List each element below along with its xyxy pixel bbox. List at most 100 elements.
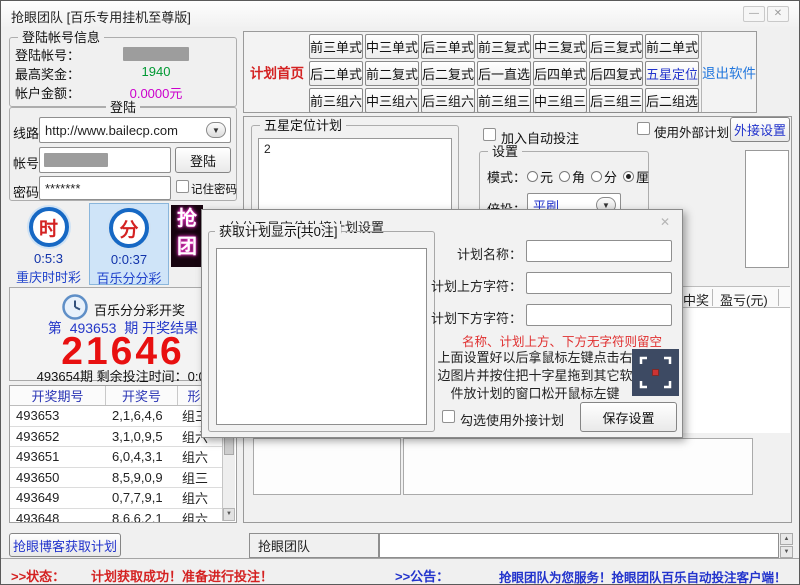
chongqing-countdown: 0:5:3 — [9, 251, 88, 266]
bottom-left-panel — [253, 438, 401, 495]
spinner-down-icon[interactable]: ▼ — [780, 546, 793, 558]
bet-type-button[interactable]: 后一直选 — [477, 61, 531, 86]
bottom-right-panel — [403, 438, 753, 495]
bet-type-button[interactable]: 前二单式 — [645, 34, 699, 59]
exit-software-button[interactable]: 退出软件 — [701, 32, 756, 112]
plan-home-button[interactable]: 计划首页 — [247, 31, 307, 113]
bet-type-button[interactable]: 后二复式 — [421, 61, 475, 86]
bet-type-button[interactable]: 前三组六 — [309, 88, 363, 113]
team-bar-field[interactable] — [379, 533, 779, 558]
dialog-instructions: 上面设置好以后拿鼠标左键点击右 边图片并按住把十字星拖到其它软 件放计划的窗口松… — [436, 349, 634, 403]
titlebar: 抢眼团队 [百乐专用挂机至尊版] — ✕ — [1, 1, 799, 27]
bet-type-button[interactable]: 前三单式 — [309, 34, 363, 59]
team-logo: 抢 团 — [171, 205, 203, 267]
bet-type-button[interactable]: 前三复式 — [477, 34, 531, 59]
account-masked-value — [123, 47, 189, 61]
results-header-profit: 盈亏(元) — [720, 290, 768, 309]
bet-type-button[interactable]: 后二组选 — [645, 88, 699, 113]
plan-bottom-input[interactable] — [526, 304, 672, 326]
auto-bet-checkbox[interactable] — [483, 128, 496, 141]
lottery-tile-baile[interactable]: 分 0:0:37 百乐分分彩 — [89, 203, 169, 285]
results-header-win: 中奖 — [683, 290, 709, 309]
line-combobox[interactable]: http://www.bailecp.com ▼ — [39, 117, 231, 143]
bet-type-button[interactable]: 前二复式 — [365, 61, 419, 86]
status-label: >>状态： — [11, 566, 65, 585]
account-field-label: 帐号 — [13, 153, 39, 172]
bet-type-button[interactable]: 后三复式 — [589, 34, 643, 59]
bet-type-button[interactable]: 前三组三 — [477, 88, 531, 113]
minimize-icon[interactable]: — — [743, 6, 765, 22]
clock-icon — [62, 294, 88, 320]
bet-type-button[interactable]: 中三复式 — [533, 34, 587, 59]
bet-type-button[interactable]: 中三组三 — [533, 88, 587, 113]
chongqing-lottery-icon: 时 — [29, 207, 69, 247]
line-dropdown-icon[interactable]: ▼ — [206, 122, 226, 138]
bet-type-button[interactable]: 后三单式 — [421, 34, 475, 59]
mode-option[interactable]: 角 — [559, 167, 585, 186]
external-settings-button[interactable]: 外接设置 — [730, 117, 790, 142]
max-prize-label: 最高奖金： — [15, 64, 80, 83]
balance-label: 帐户金额： — [15, 83, 80, 102]
plan-group-legend: 五星定位计划 — [260, 118, 346, 133]
plan-top-input[interactable] — [526, 272, 672, 294]
history-header-numbers: 开奖号 — [106, 386, 178, 405]
bet-type-button[interactable]: 后四复式 — [589, 61, 643, 86]
password-label: 密码 — [13, 182, 39, 201]
dialog-close-icon[interactable]: ✕ — [660, 215, 670, 229]
history-row: 4936490,7,7,9,1组六 — [10, 488, 224, 509]
plan-top-label: 计划上方字符： — [431, 276, 522, 295]
baile-lottery-icon: 分 — [109, 208, 149, 248]
bet-type-button[interactable]: 后二单式 — [309, 61, 363, 86]
external-plan-dialog: 分分五星定位外接计划设置 ✕ 获取计划显示[共0注] 计划名称： 计划上方字符：… — [201, 209, 683, 438]
close-icon[interactable]: ✕ — [767, 6, 789, 22]
status-text: 计划获取成功！准备进行投注！ — [91, 566, 273, 585]
account-input[interactable] — [39, 147, 171, 173]
use-external-label: 使用外部计划 — [654, 122, 729, 141]
history-row: 4936523,1,0,9,5组六 — [10, 427, 224, 448]
dialog-note: 名称、计划上方、下方无字符则留空 — [440, 331, 684, 350]
password-input[interactable]: ******* — [39, 176, 171, 200]
mode-radio-group: 元 角 分 厘 — [527, 167, 649, 186]
login-button[interactable]: 登陆 — [175, 147, 231, 173]
lottery-tile-chongqing[interactable]: 时 0:5:3 重庆时时彩 — [9, 203, 88, 285]
external-plan-listbox[interactable] — [745, 150, 789, 268]
chongqing-name: 重庆时时彩 — [9, 267, 88, 286]
plan-name-label: 计划名称： — [454, 244, 522, 263]
plan-bottom-label: 计划下方字符： — [431, 308, 522, 327]
account-input-masked — [44, 153, 108, 167]
status-bar: >>状态： 计划获取成功！准备进行投注！ >>公告： 抢眼团队为您服务！抢眼团队… — [1, 558, 800, 585]
bet-type-button[interactable]: 中三单式 — [365, 34, 419, 59]
history-row: 4936532,1,6,4,6组三 — [10, 406, 224, 427]
bet-type-button-active[interactable]: 五星定位 — [645, 61, 699, 86]
mode-option[interactable]: 分 — [591, 167, 617, 186]
plan-display-listbox[interactable] — [216, 248, 427, 425]
plan-display-legend: 获取计划显示[共0注] — [215, 224, 341, 239]
account-info-legend: 登陆帐号信息 — [18, 30, 104, 45]
history-header-period: 开奖期号 — [10, 386, 106, 405]
mode-option[interactable]: 元 — [527, 167, 553, 186]
draw-panel-title: 百乐分分彩开奖 — [94, 300, 185, 319]
notice-text: 抢眼团队为您服务！抢眼团队百乐自动投注客户端！ — [499, 567, 787, 585]
mode-option-selected[interactable]: 厘 — [623, 167, 649, 186]
save-settings-button[interactable]: 保存设置 — [580, 402, 677, 432]
notice-label: >>公告： — [395, 566, 449, 585]
bet-type-button[interactable]: 后三组三 — [589, 88, 643, 113]
spinner-up-icon[interactable]: ▲ — [780, 533, 793, 545]
mode-label: 模式： — [487, 167, 526, 186]
bet-type-button[interactable]: 后三组六 — [421, 88, 475, 113]
settings-legend: 设置 — [488, 144, 522, 159]
remember-password-label: 记住密码 — [191, 181, 237, 197]
history-row: 4936488,6,6,2,1组六 — [10, 509, 224, 524]
use-external-checkbox[interactable] — [637, 122, 650, 135]
dialog-use-external-checkbox[interactable] — [442, 410, 455, 423]
bet-type-button[interactable]: 中三组六 — [365, 88, 419, 113]
scroll-down-icon[interactable]: ▼ — [223, 508, 235, 521]
main-window: 抢眼团队 [百乐专用挂机至尊版] — ✕ 登陆帐号信息 登陆帐号： 最高奖金： … — [0, 0, 800, 585]
plan-name-input[interactable] — [526, 240, 672, 262]
dialog-use-external-label: 勾选使用外接计划 — [460, 410, 564, 429]
crosshair-drag-icon[interactable] — [632, 349, 679, 396]
remember-password-checkbox[interactable] — [176, 180, 189, 193]
blog-fetch-plan-button[interactable]: 抢眼博客获取计划 — [9, 533, 121, 557]
history-row: 4936516,0,4,3,1组六 — [10, 447, 224, 468]
bet-type-button[interactable]: 后四单式 — [533, 61, 587, 86]
